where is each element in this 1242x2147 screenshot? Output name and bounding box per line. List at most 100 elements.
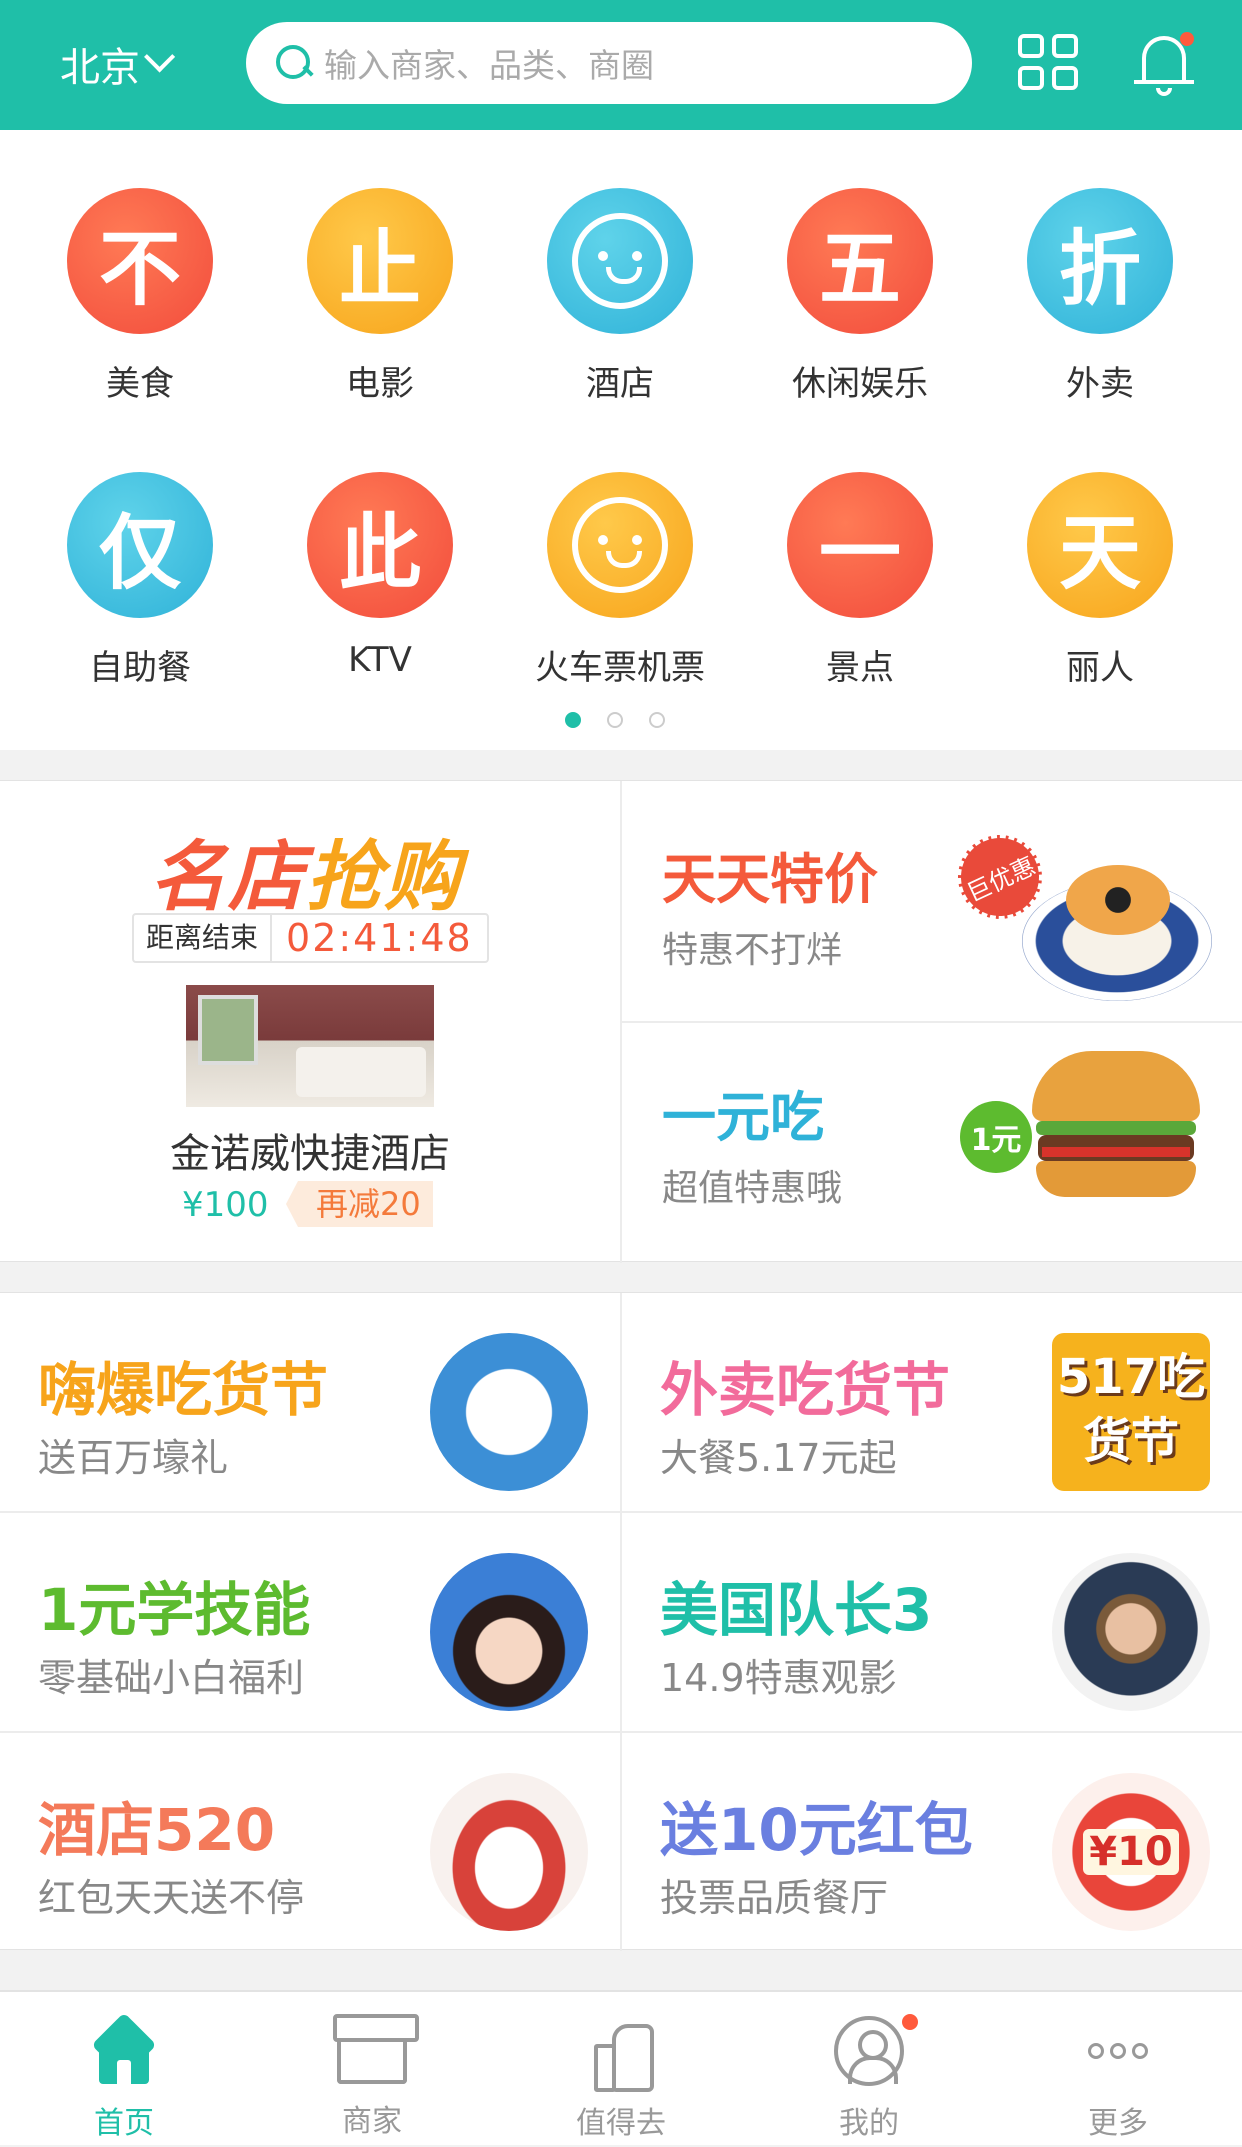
category-icon: 天 — [1027, 472, 1173, 618]
category-label: KTV — [348, 640, 412, 680]
discount-tag: 再减20 — [286, 1181, 433, 1227]
city-selector[interactable]: 北京 — [60, 34, 176, 94]
flash-sale-title: 名店抢购 — [150, 832, 462, 921]
activity-card[interactable]: 外卖吃货节 大餐5.17元起 517吃货节 — [622, 1293, 1242, 1511]
hotel-photo — [186, 985, 434, 1107]
activity-subtitle: 零基础小白福利 — [38, 1656, 305, 1700]
qr-scan-icon[interactable] — [1018, 34, 1080, 92]
page-indicator[interactable] — [565, 712, 665, 728]
hotel-price: ¥100 — [182, 1185, 269, 1225]
category-label: 美食 — [106, 364, 174, 404]
category-meishi[interactable]: 不 美食 — [20, 188, 260, 405]
activity-card[interactable]: 1元学技能 零基础小白福利 — [0, 1513, 620, 1731]
category-label: 火车票机票 — [535, 648, 705, 688]
burger-image — [1032, 1051, 1200, 1201]
thumbs-up-icon — [586, 2016, 656, 2092]
notification-badge — [902, 2014, 918, 2030]
user-icon — [834, 2014, 918, 2086]
activity-title: 外卖吃货节 — [660, 1356, 951, 1424]
tab-label: 首页 — [94, 2106, 154, 2141]
notification-badge — [1180, 32, 1194, 46]
category-dianying[interactable]: 止 电影 — [260, 188, 500, 405]
category-tickets[interactable]: 火车票机票 — [500, 472, 740, 689]
activity-image — [430, 1553, 588, 1711]
soup-bowl-image — [1022, 851, 1212, 1001]
activity-image — [430, 1333, 588, 1491]
tab-home[interactable]: 首页 — [0, 1992, 248, 2147]
hotel-name: 金诺威快捷酒店 — [170, 1131, 450, 1177]
activity-subtitle: 投票品质餐厅 — [660, 1876, 889, 1920]
category-icon: 一 — [787, 472, 933, 618]
smiley-face-icon — [547, 472, 693, 618]
search-input[interactable]: 输入商家、品类、商圈 — [246, 22, 972, 104]
category-ktv[interactable]: 此 KTV — [260, 472, 500, 680]
category-label: 丽人 — [1066, 648, 1134, 688]
activity-grid: 嗨爆吃货节 送百万壕礼 外卖吃货节 大餐5.17元起 517吃货节 1元学技能 … — [0, 1292, 1242, 1951]
deal-subtitle: 超值特惠哦 — [662, 1168, 843, 1209]
store-icon — [333, 2014, 419, 2084]
promo-section: 名店抢购 距离结束 02:41:48 金诺威快捷酒店 ¥100 再减20 天天特… — [0, 780, 1242, 1263]
activity-title: 1元学技能 — [38, 1576, 311, 1644]
tab-worth-going[interactable]: 值得去 — [497, 1992, 745, 2147]
activity-card[interactable]: 送10元红包 投票品质餐厅 ¥10 — [622, 1733, 1242, 1951]
category-icon: 折 — [1027, 188, 1173, 334]
activity-title: 酒店520 — [38, 1796, 276, 1864]
category-icon: 止 — [307, 188, 453, 334]
activity-title: 送10元红包 — [660, 1796, 973, 1864]
category-label: 酒店 — [586, 364, 654, 404]
category-waimai[interactable]: 折 外卖 — [980, 188, 1220, 405]
tab-label: 值得去 — [576, 2106, 666, 2141]
category-jingdian[interactable]: 一 景点 — [740, 472, 980, 689]
activity-image: 517吃货节 — [1052, 1333, 1210, 1491]
activity-title: 嗨爆吃货节 — [38, 1356, 329, 1424]
page-dot[interactable] — [649, 712, 665, 728]
countdown-timer: 距离结束 02:41:48 — [132, 913, 489, 963]
category-jiudian[interactable]: 酒店 — [500, 188, 740, 405]
activity-image — [430, 1773, 588, 1931]
page-dot[interactable] — [607, 712, 623, 728]
category-icon: 此 — [307, 472, 453, 618]
category-icon: 五 — [787, 188, 933, 334]
category-label: 电影 — [346, 364, 414, 404]
category-label: 自助餐 — [89, 648, 191, 688]
page-dot[interactable] — [565, 712, 581, 728]
tab-mine[interactable]: 我的 — [745, 1992, 993, 2147]
category-label: 外卖 — [1066, 364, 1134, 404]
more-dots-icon — [1083, 2016, 1153, 2086]
tab-label: 我的 — [839, 2106, 899, 2141]
flash-sale-card[interactable]: 名店抢购 距离结束 02:41:48 金诺威快捷酒店 ¥100 再减20 — [0, 781, 620, 1263]
tab-label: 商家 — [342, 2104, 402, 2139]
activity-image: ¥10 — [1052, 1773, 1210, 1931]
rabbit-face-icon — [547, 188, 693, 334]
chevron-down-icon — [144, 41, 176, 73]
home-icon — [89, 2016, 159, 2086]
deal-title: 一元吃 — [662, 1086, 824, 1149]
category-liren[interactable]: 天 丽人 — [980, 472, 1220, 689]
search-placeholder: 输入商家、品类、商圈 — [324, 46, 654, 85]
activity-subtitle: 红包天天送不停 — [38, 1876, 305, 1920]
deal-badge: 1元 — [960, 1101, 1032, 1173]
deal-title: 天天特价 — [662, 848, 878, 911]
category-label: 休闲娱乐 — [792, 364, 928, 404]
bottom-tab-bar: 首页 商家 值得去 我的 更多 — [0, 1990, 1242, 2145]
activity-image — [1052, 1553, 1210, 1711]
notification-bell-icon[interactable] — [1134, 30, 1194, 98]
tab-merchants[interactable]: 商家 — [248, 1992, 496, 2147]
top-bar: 北京 输入商家、品类、商圈 — [0, 0, 1242, 130]
category-label: 景点 — [826, 648, 894, 688]
activity-subtitle: 大餐5.17元起 — [660, 1436, 897, 1480]
category-xiuxian[interactable]: 五 休闲娱乐 — [740, 188, 980, 405]
activity-card[interactable]: 嗨爆吃货节 送百万壕礼 — [0, 1293, 620, 1511]
activity-card[interactable]: 美国队长3 14.9特惠观影 — [622, 1513, 1242, 1731]
deal-subtitle: 特惠不打烊 — [662, 930, 843, 971]
tab-label: 更多 — [1088, 2106, 1148, 2141]
activity-subtitle: 14.9特惠观影 — [660, 1656, 897, 1700]
search-icon — [274, 43, 314, 83]
category-icon: 仅 — [67, 472, 213, 618]
city-label: 北京 — [60, 45, 140, 91]
activity-subtitle: 送百万壕礼 — [38, 1436, 229, 1480]
activity-title: 美国队长3 — [660, 1576, 933, 1644]
tab-more[interactable]: 更多 — [994, 1992, 1242, 2147]
activity-card[interactable]: 酒店520 红包天天送不停 — [0, 1733, 620, 1951]
category-zizhucan[interactable]: 仅 自助餐 — [20, 472, 260, 689]
